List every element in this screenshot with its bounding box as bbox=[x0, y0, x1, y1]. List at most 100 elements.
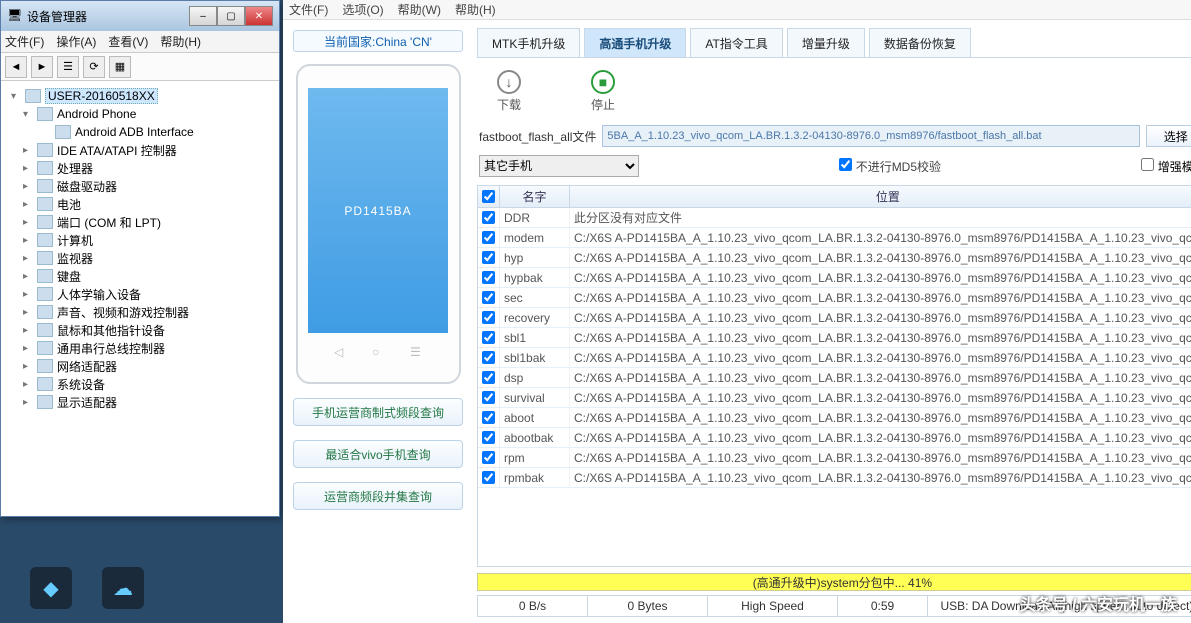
tab-backup[interactable]: 数据备份恢复 bbox=[869, 28, 971, 57]
table-row[interactable]: survivalC:/X6S A-PD1415BA_A_1.10.23_vivo… bbox=[478, 388, 1191, 408]
table-row[interactable]: abootbakC:/X6S A-PD1415BA_A_1.10.23_vivo… bbox=[478, 428, 1191, 448]
fmenu-option[interactable]: 选项(O) bbox=[342, 1, 383, 18]
expand-icon[interactable]: ▸ bbox=[23, 145, 33, 156]
carrier-band-button[interactable]: 手机运营商制式频段查询 bbox=[293, 398, 463, 426]
expand-icon[interactable]: ▸ bbox=[23, 217, 33, 228]
row-checkbox[interactable] bbox=[482, 211, 495, 224]
row-checkbox[interactable] bbox=[482, 331, 495, 344]
row-checkbox[interactable] bbox=[482, 391, 495, 404]
expand-icon[interactable]: ▸ bbox=[23, 253, 33, 264]
menu-action[interactable]: 操作(A) bbox=[56, 33, 96, 50]
expand-icon[interactable]: ▾ bbox=[11, 91, 21, 102]
tree-item[interactable]: ▸通用串行总线控制器 bbox=[5, 339, 275, 357]
expand-icon[interactable]: ▸ bbox=[23, 289, 33, 300]
expand-icon[interactable]: ▸ bbox=[23, 325, 33, 336]
tree-item[interactable]: ▸系统设备 bbox=[5, 375, 275, 393]
row-checkbox[interactable] bbox=[482, 411, 495, 424]
row-checkbox[interactable] bbox=[482, 371, 495, 384]
table-row[interactable]: secC:/X6S A-PD1415BA_A_1.10.23_vivo_qcom… bbox=[478, 288, 1191, 308]
tree-item[interactable]: ▾Android Phone bbox=[5, 105, 275, 123]
tree-root[interactable]: ▾ USER-20160518XX bbox=[5, 87, 275, 105]
table-row[interactable]: sbl1C:/X6S A-PD1415BA_A_1.10.23_vivo_qco… bbox=[478, 328, 1191, 348]
device-tree[interactable]: ▾ USER-20160518XX ▾Android PhoneAndroid … bbox=[1, 81, 279, 511]
table-row[interactable]: dspC:/X6S A-PD1415BA_A_1.10.23_vivo_qcom… bbox=[478, 368, 1191, 388]
tree-item[interactable]: ▸处理器 bbox=[5, 159, 275, 177]
tree-item[interactable]: ▸显示适配器 bbox=[5, 393, 275, 411]
menu-file[interactable]: 文件(F) bbox=[5, 33, 44, 50]
fmenu-help1[interactable]: 帮助(W) bbox=[398, 1, 441, 18]
table-row[interactable]: rpmC:/X6S A-PD1415BA_A_1.10.23_vivo_qcom… bbox=[478, 448, 1191, 468]
table-row[interactable]: hypbakC:/X6S A-PD1415BA_A_1.10.23_vivo_q… bbox=[478, 268, 1191, 288]
tree-item[interactable]: ▸声音、视频和游戏控制器 bbox=[5, 303, 275, 321]
table-row[interactable]: hypC:/X6S A-PD1415BA_A_1.10.23_vivo_qcom… bbox=[478, 248, 1191, 268]
table-row[interactable]: sbl1bakC:/X6S A-PD1415BA_A_1.10.23_vivo_… bbox=[478, 348, 1191, 368]
row-checkbox[interactable] bbox=[482, 231, 495, 244]
tree-item[interactable]: Android ADB Interface bbox=[5, 123, 275, 141]
tree-item[interactable]: ▸磁盘驱动器 bbox=[5, 177, 275, 195]
tab-mtk[interactable]: MTK手机升级 bbox=[477, 28, 580, 57]
back-button[interactable]: ◄ bbox=[5, 56, 27, 78]
minimize-button[interactable]: – bbox=[189, 6, 217, 26]
country-box[interactable]: 当前国家:China 'CN' bbox=[293, 30, 463, 52]
expand-icon[interactable]: ▸ bbox=[23, 235, 33, 246]
fmenu-file[interactable]: 文件(F) bbox=[289, 1, 328, 18]
phone-combo[interactable]: 其它手机 bbox=[479, 155, 639, 177]
row-checkbox[interactable] bbox=[482, 251, 495, 264]
row-checkbox[interactable] bbox=[482, 451, 495, 464]
tree-item[interactable]: ▸监视器 bbox=[5, 249, 275, 267]
close-button[interactable]: ✕ bbox=[245, 6, 273, 26]
fmenu-help2[interactable]: 帮助(H) bbox=[455, 1, 496, 18]
expand-icon[interactable]: ▸ bbox=[23, 361, 33, 372]
tree-item[interactable]: ▸端口 (COM 和 LPT) bbox=[5, 213, 275, 231]
row-checkbox[interactable] bbox=[482, 431, 495, 444]
maximize-button[interactable]: ▢ bbox=[217, 6, 245, 26]
vivo-lookup-button[interactable]: 最适合vivo手机查询 bbox=[293, 440, 463, 468]
desktop-icon-2[interactable]: ☁ bbox=[102, 567, 144, 609]
tree-item[interactable]: ▸电池 bbox=[5, 195, 275, 213]
col-name[interactable]: 名字 bbox=[500, 186, 570, 207]
band-union-button[interactable]: 运营商频段并集查询 bbox=[293, 482, 463, 510]
tree-item[interactable]: ▸鼠标和其他指针设备 bbox=[5, 321, 275, 339]
devmgr-titlebar[interactable]: 🖥 设备管理器 – ▢ ✕ bbox=[1, 1, 279, 31]
col-check[interactable] bbox=[478, 186, 500, 207]
table-row[interactable]: abootC:/X6S A-PD1415BA_A_1.10.23_vivo_qc… bbox=[478, 408, 1191, 428]
download-action[interactable]: ↓下载 bbox=[497, 70, 521, 113]
tree-item[interactable]: ▸计算机 bbox=[5, 231, 275, 249]
props-button[interactable]: ▦ bbox=[109, 56, 131, 78]
expand-icon[interactable]: ▸ bbox=[23, 271, 33, 282]
table-row[interactable]: modemC:/X6S A-PD1415BA_A_1.10.23_vivo_qc… bbox=[478, 228, 1191, 248]
expand-icon[interactable]: ▸ bbox=[23, 307, 33, 318]
expand-icon[interactable]: ▸ bbox=[23, 379, 33, 390]
tree-item[interactable]: ▸网络适配器 bbox=[5, 357, 275, 375]
tree-item[interactable]: ▸人体学输入设备 bbox=[5, 285, 275, 303]
fwd-button[interactable]: ► bbox=[31, 56, 53, 78]
menu-help[interactable]: 帮助(H) bbox=[160, 33, 201, 50]
tree-item[interactable]: ▸键盘 bbox=[5, 267, 275, 285]
row-checkbox[interactable] bbox=[482, 351, 495, 364]
tab-delta[interactable]: 增量升级 bbox=[787, 28, 865, 57]
table-row[interactable]: recoveryC:/X6S A-PD1415BA_A_1.10.23_vivo… bbox=[478, 308, 1191, 328]
browse-button[interactable]: 选择 bbox=[1146, 125, 1191, 147]
expand-icon[interactable]: ▸ bbox=[23, 199, 33, 210]
file-input[interactable] bbox=[602, 125, 1139, 147]
menu-view[interactable]: 查看(V) bbox=[108, 33, 148, 50]
row-checkbox[interactable] bbox=[482, 471, 495, 484]
refresh-button[interactable]: ⟳ bbox=[83, 56, 105, 78]
md5-checkbox[interactable] bbox=[839, 158, 852, 171]
desktop-icon-1[interactable]: ◆ bbox=[30, 567, 72, 609]
enhance-checkbox[interactable] bbox=[1141, 158, 1154, 171]
view-button[interactable]: ☰ bbox=[57, 56, 79, 78]
col-loc[interactable]: 位置 bbox=[570, 186, 1191, 207]
expand-icon[interactable]: ▾ bbox=[23, 109, 33, 120]
expand-icon[interactable]: ▸ bbox=[23, 163, 33, 174]
expand-icon[interactable]: ▸ bbox=[23, 343, 33, 354]
tab-at[interactable]: AT指令工具 bbox=[690, 28, 782, 57]
table-row[interactable]: DDR此分区没有对应文件 bbox=[478, 208, 1191, 228]
expand-icon[interactable]: ▸ bbox=[23, 181, 33, 192]
tree-item[interactable]: ▸IDE ATA/ATAPI 控制器 bbox=[5, 141, 275, 159]
expand-icon[interactable]: ▸ bbox=[23, 397, 33, 408]
tab-qualcomm[interactable]: 高通手机升级 bbox=[584, 28, 686, 57]
stop-action[interactable]: ■停止 bbox=[591, 70, 615, 113]
table-row[interactable]: rpmbakC:/X6S A-PD1415BA_A_1.10.23_vivo_q… bbox=[478, 468, 1191, 488]
row-checkbox[interactable] bbox=[482, 271, 495, 284]
